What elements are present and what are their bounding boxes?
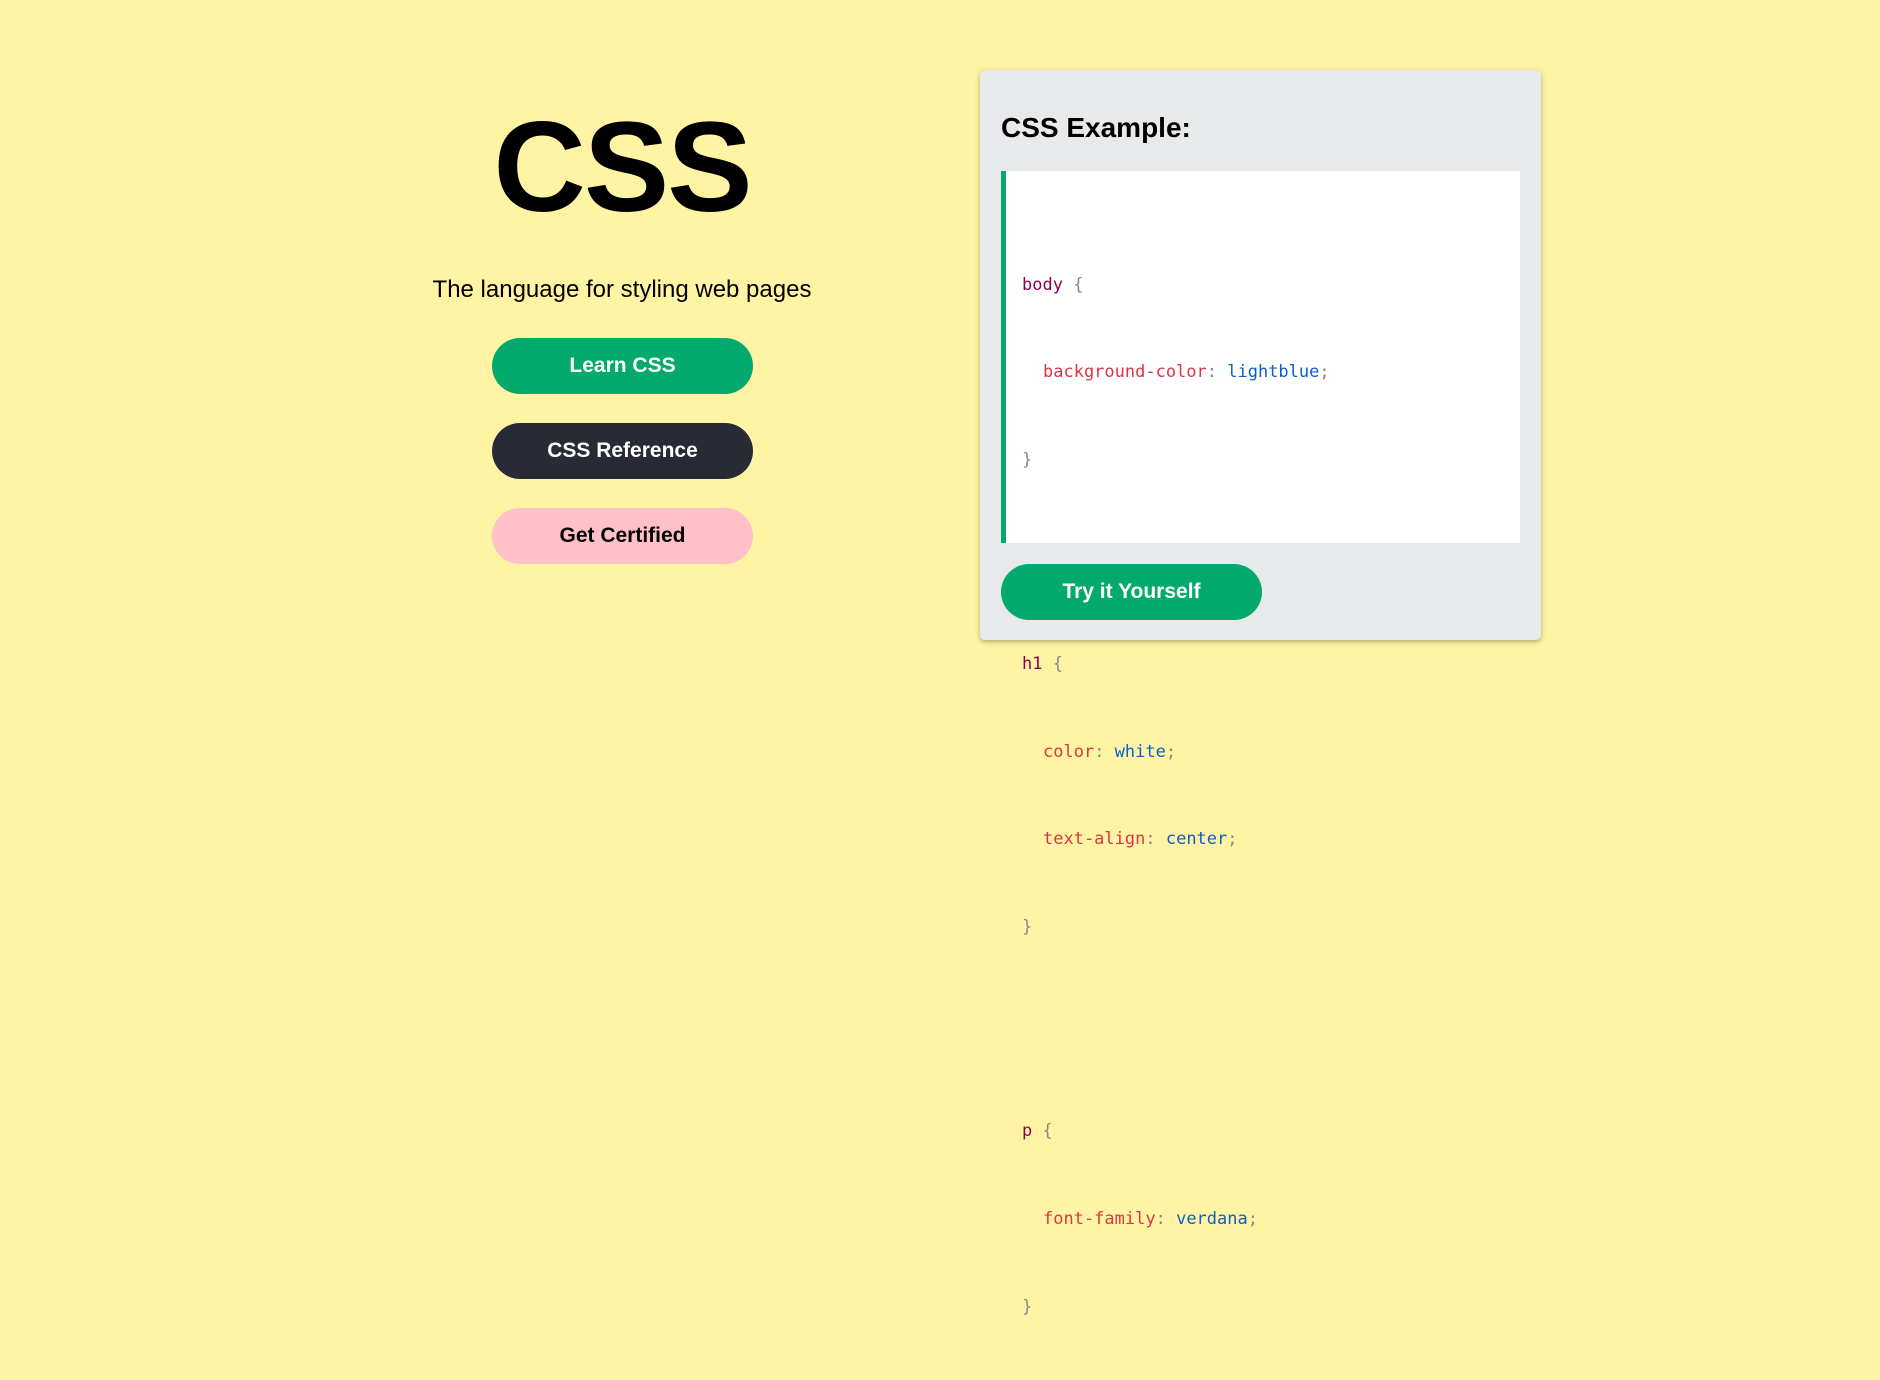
- code-selector: h1: [1022, 654, 1043, 675]
- code-line: color: white;: [1043, 741, 1177, 762]
- code-line: body {: [1022, 271, 1520, 300]
- code-line: font-family: verdana;: [1043, 1208, 1258, 1229]
- code-brace-open: {: [1052, 654, 1063, 675]
- code-selector: p: [1022, 1121, 1033, 1142]
- code-property: background-color: [1043, 362, 1207, 383]
- code-value: lightblue: [1227, 362, 1320, 383]
- code-brace-open: {: [1042, 1121, 1053, 1142]
- code-property: color: [1043, 741, 1095, 762]
- code-line: }: [1022, 1293, 1520, 1322]
- code-brace-open: {: [1073, 274, 1084, 295]
- code-line: p {: [1022, 1117, 1520, 1146]
- code-brace-close: }: [1022, 449, 1033, 470]
- css-example-card: CSS Example: body { background-color: li…: [980, 70, 1541, 1317]
- code-line: text-align: center;: [1043, 829, 1238, 850]
- code-property: font-family: [1043, 1208, 1156, 1229]
- code-value: center: [1165, 829, 1228, 850]
- get-certified-button[interactable]: Get Certified: [492, 508, 753, 564]
- try-it-yourself-button[interactable]: Try it Yourself: [1001, 564, 1262, 620]
- code-value: verdana: [1176, 1208, 1248, 1229]
- learn-css-button[interactable]: Learn CSS: [492, 338, 753, 394]
- code-value: white: [1114, 741, 1166, 762]
- code-line: }: [1022, 446, 1520, 475]
- code-selector: body: [1022, 274, 1063, 295]
- css-reference-button[interactable]: CSS Reference: [492, 423, 753, 479]
- code-brace-close: }: [1022, 916, 1033, 937]
- code-brace-close: }: [1022, 1296, 1033, 1317]
- code-property: text-align: [1043, 829, 1146, 850]
- code-line: h1 {: [1022, 650, 1520, 679]
- code-line: background-color: lightblue;: [1043, 362, 1330, 383]
- code-line: }: [1022, 913, 1520, 942]
- code-example-block: body { background-color: lightblue; } h1…: [1001, 171, 1520, 1317]
- example-title: CSS Example:: [1001, 112, 1191, 143]
